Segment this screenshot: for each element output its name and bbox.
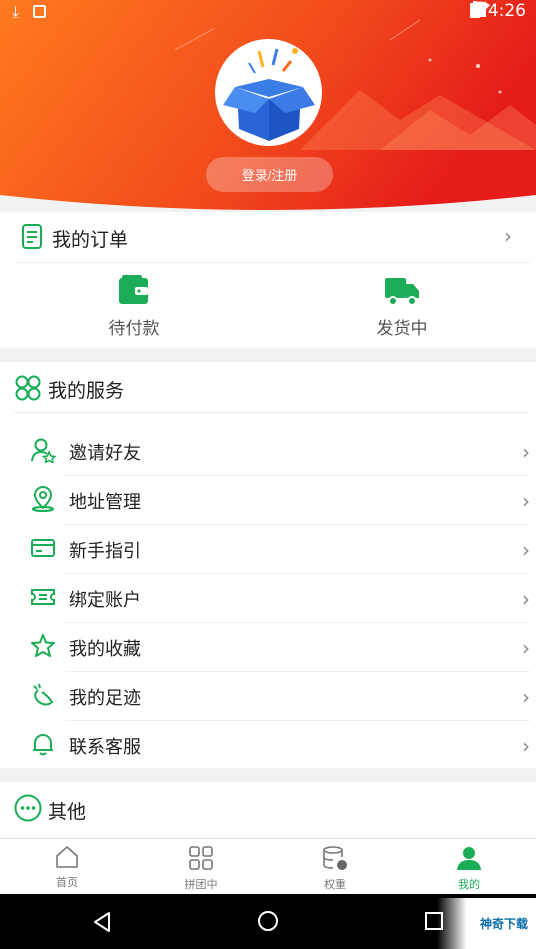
service-item-favorites[interactable]: 我的收藏 › [30, 623, 530, 672]
avatar[interactable] [215, 39, 322, 146]
service-item-guide[interactable]: 新手指引 › [30, 525, 530, 574]
service-item-footprint[interactable]: 我的足迹 › [30, 672, 530, 721]
watermark-text: 神奇下载 [479, 917, 528, 931]
chevron-right-icon: › [522, 488, 530, 513]
services-grid-icon [15, 375, 41, 405]
card-icon [30, 535, 56, 565]
invite-friend-icon [30, 437, 57, 467]
my-orders-row[interactable]: 我的订单 › [0, 212, 536, 262]
service-item-invite-friends[interactable]: 邀请好友 › [30, 427, 530, 476]
gift-box-icon [223, 48, 315, 141]
user-icon [456, 845, 482, 875]
service-item-label: 我的足迹 [69, 687, 141, 709]
bottom-tab-bar: 首页 拼团中 权重 我的 [0, 838, 536, 894]
tab-label: 权重 [324, 878, 346, 891]
star-icon [30, 633, 56, 663]
watermark: 神奇下载 [437, 898, 536, 949]
chevron-right-icon: › [522, 586, 530, 611]
tab-label: 拼团中 [184, 878, 218, 891]
more-dots-icon [14, 794, 42, 826]
my-orders-title: 我的订单 [52, 229, 129, 251]
chevron-right-icon: › [522, 537, 530, 562]
order-list-icon [22, 224, 44, 254]
orders-card: 我的订单 › 待付款 发货中 [0, 212, 536, 348]
location-pin-icon [30, 485, 56, 516]
order-pending-payment[interactable]: 待付款 [84, 274, 184, 340]
service-item-label: 新手指引 [69, 540, 141, 562]
bell-icon [30, 731, 56, 761]
chevron-right-icon: › [522, 439, 530, 464]
back-icon[interactable] [92, 911, 112, 937]
app-notification-icon [33, 5, 47, 18]
login-register-button[interactable]: 登录/注册 [206, 157, 333, 192]
tab-label: 我的 [458, 878, 480, 891]
my-services-title: 我的服务 [48, 380, 125, 402]
footprint-icon [30, 682, 56, 712]
divider [16, 262, 530, 263]
tab-mine[interactable]: 我的 [402, 839, 536, 894]
wallet-icon [118, 274, 150, 310]
tab-weight[interactable]: 权重 [268, 839, 402, 894]
order-item-label: 待付款 [108, 319, 160, 339]
service-item-label: 绑定账户 [69, 589, 141, 611]
order-shipping[interactable]: 发货中 [352, 274, 452, 340]
grid-icon [188, 845, 214, 875]
service-item-bind-account[interactable]: 绑定账户 › [30, 574, 530, 623]
chevron-right-icon: › [522, 733, 530, 758]
order-item-label: 发货中 [376, 319, 428, 339]
service-item-label: 地址管理 [69, 491, 141, 513]
service-item-label: 邀请好友 [69, 442, 141, 464]
other-card[interactable]: 其他 [0, 782, 536, 838]
ticket-icon [30, 584, 56, 614]
chevron-right-icon: › [522, 684, 530, 709]
service-item-customer-service[interactable]: 联系客服 › [30, 721, 530, 770]
chevron-right-icon: › [504, 224, 512, 248]
chevron-right-icon: › [522, 635, 530, 660]
service-item-label: 我的收藏 [69, 638, 141, 660]
database-icon [322, 845, 348, 875]
tab-label: 首页 [56, 876, 78, 889]
other-title: 其他 [48, 801, 87, 823]
status-bar: ⤓ 4:26 [0, 0, 536, 24]
truck-icon [384, 274, 420, 310]
service-item-address[interactable]: 地址管理 › [30, 476, 530, 525]
service-item-label: 联系客服 [69, 736, 141, 758]
profile-header: ⤓ 4:26 登录/注册 [0, 0, 536, 212]
services-card: 我的服务 邀请好友 › 地址管理 › 新手指引 › 绑定账户 › 我的收藏 › … [0, 362, 536, 768]
home-icon [55, 845, 79, 873]
home-button-icon[interactable] [257, 910, 279, 936]
clock: 4:26 [487, 1, 526, 21]
tab-group-buy[interactable]: 拼团中 [134, 839, 268, 894]
divider [14, 412, 528, 413]
download-icon: ⤓ [12, 2, 20, 21]
tab-home[interactable]: 首页 [0, 839, 134, 894]
